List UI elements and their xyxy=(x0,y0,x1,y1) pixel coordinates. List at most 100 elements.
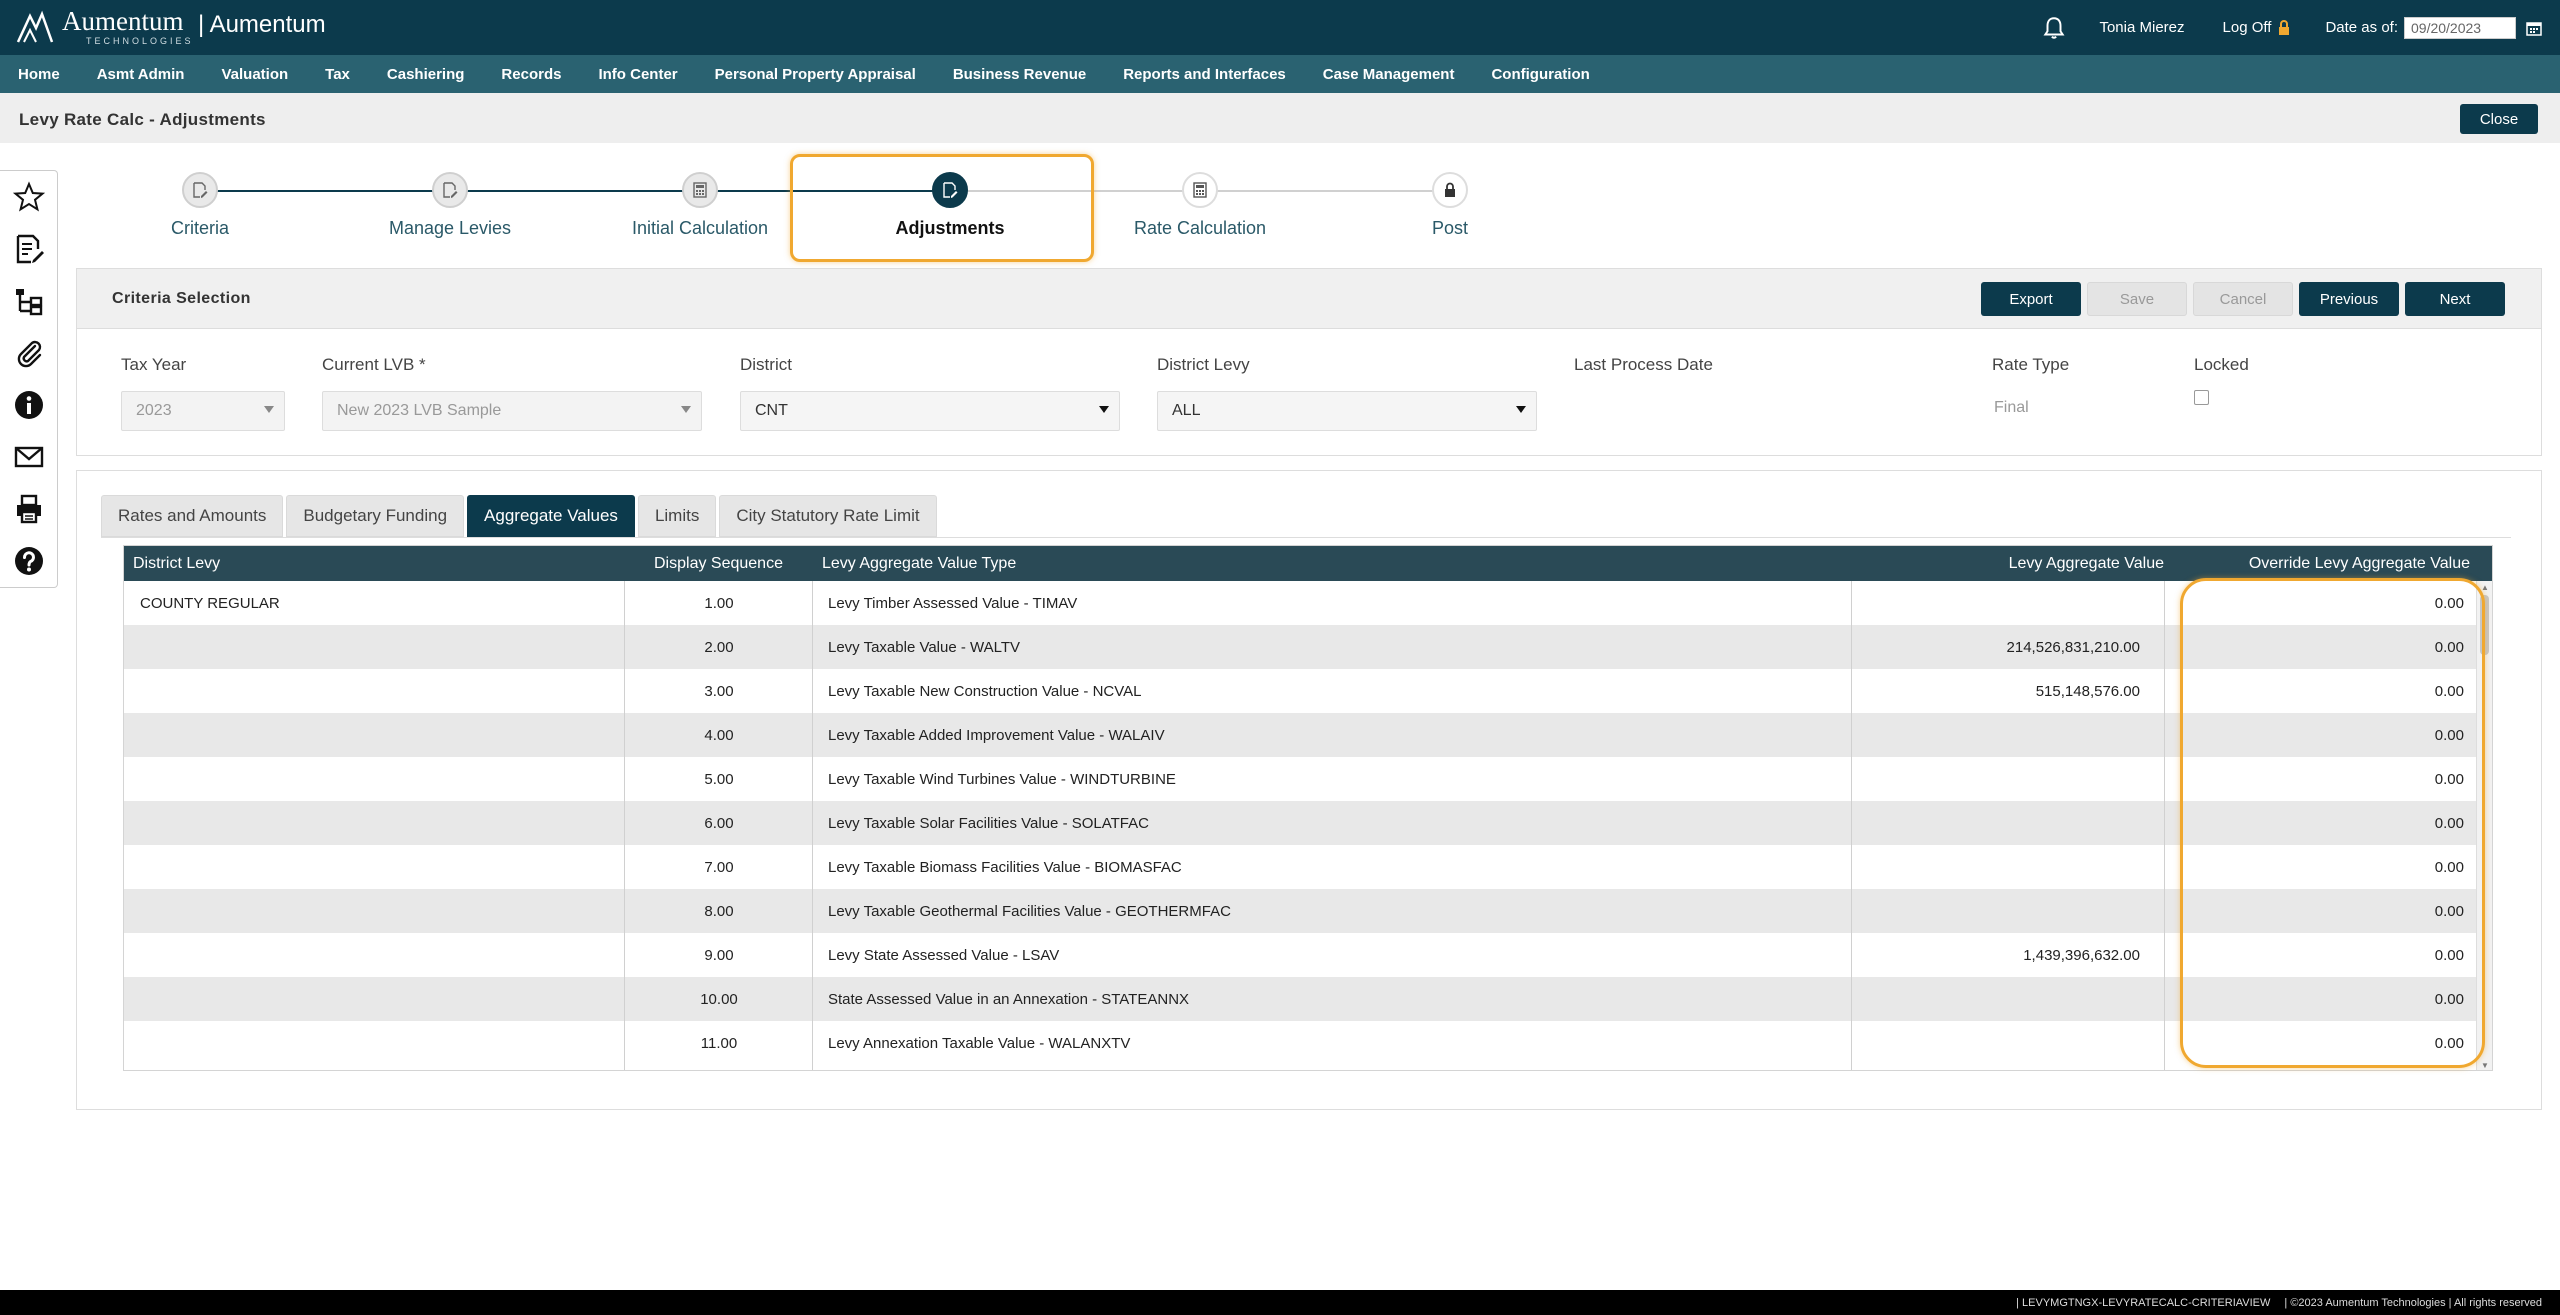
current-lvb-label: Current LVB * xyxy=(322,355,426,374)
cell-override-value[interactable]: 0.00 xyxy=(2435,801,2464,845)
tab-budgetary-funding[interactable]: Budgetary Funding xyxy=(286,495,465,537)
calculator-icon xyxy=(1193,182,1207,198)
step-adjustments[interactable]: Adjustments xyxy=(850,172,1050,239)
table-row[interactable]: 11.00 Levy Annexation Taxable Value - WA… xyxy=(124,1021,2478,1065)
edit-icon xyxy=(443,182,458,198)
cell-display-sequence: 11.00 xyxy=(700,1034,738,1052)
bell-icon[interactable] xyxy=(2041,15,2067,41)
cell-override-value[interactable]: 0.00 xyxy=(2435,625,2464,669)
tab-limits[interactable]: Limits xyxy=(637,495,717,537)
attachments-tool[interactable] xyxy=(0,327,58,379)
mail-tool[interactable] xyxy=(0,431,58,483)
column-divider xyxy=(624,581,625,1070)
info-tool[interactable] xyxy=(0,379,58,431)
step-label: Post xyxy=(1431,218,1469,238)
nav-business-revenue[interactable]: Business Revenue xyxy=(953,66,1086,83)
close-button[interactable]: Close xyxy=(2460,104,2538,134)
cell-override-value[interactable]: 0.00 xyxy=(2435,1021,2464,1065)
tax-year-value: 2023 xyxy=(136,402,172,419)
cell-override-value[interactable]: 0.00 xyxy=(2435,889,2464,933)
table-row[interactable]: 5.00 Levy Taxable Wind Turbines Value - … xyxy=(124,757,2478,801)
cell-display-sequence: 9.00 xyxy=(704,946,734,964)
table-row[interactable]: 6.00 Levy Taxable Solar Facilities Value… xyxy=(124,801,2478,845)
nav-case-management[interactable]: Case Management xyxy=(1323,66,1455,83)
main-nav: Home Asmt Admin Valuation Tax Cashiering… xyxy=(0,55,2560,93)
grid-header: District Levy Display Sequence Levy Aggr… xyxy=(124,546,2492,581)
nav-home[interactable]: Home xyxy=(18,66,60,83)
scroll-up-icon[interactable]: ▲ xyxy=(2481,583,2489,592)
locked-checkbox[interactable] xyxy=(2194,390,2209,405)
nav-reports-and-interfaces[interactable]: Reports and Interfaces xyxy=(1123,66,1286,83)
cell-override-value[interactable]: 0.00 xyxy=(2435,581,2464,625)
date-as-of-input[interactable] xyxy=(2404,16,2516,39)
table-row[interactable]: 8.00 Levy Taxable Geothermal Facilities … xyxy=(124,889,2478,933)
step-label: Criteria xyxy=(170,218,229,238)
cell-district-levy: COUNTY REGULAR xyxy=(140,594,280,612)
column-header-display-sequence[interactable]: Display Sequence xyxy=(654,555,783,573)
nav-tax[interactable]: Tax xyxy=(325,66,350,83)
favorites-tool[interactable] xyxy=(0,171,58,223)
logoff-link[interactable]: Log Off xyxy=(2223,19,2292,36)
table-row[interactable]: 2.00 Levy Taxable Value - WALTV 214,526,… xyxy=(124,625,2478,669)
cell-override-value[interactable]: 0.00 xyxy=(2435,845,2464,889)
nav-configuration[interactable]: Configuration xyxy=(1491,66,1589,83)
print-tool[interactable] xyxy=(0,483,58,535)
table-row[interactable]: 7.00 Levy Taxable Biomass Facilities Val… xyxy=(124,845,2478,889)
column-header-levy-aggregate-value-type[interactable]: Levy Aggregate Value Type xyxy=(822,555,1016,573)
nav-cashiering[interactable]: Cashiering xyxy=(387,66,465,83)
step-initial-calculation[interactable]: Initial Calculation xyxy=(600,172,800,239)
cell-display-sequence: 6.00 xyxy=(704,814,734,832)
table-row[interactable]: 4.00 Levy Taxable Added Improvement Valu… xyxy=(124,713,2478,757)
calendar-icon[interactable] xyxy=(2526,20,2542,36)
step-rate-calculation[interactable]: Rate Calculation xyxy=(1100,172,1300,239)
step-criteria[interactable]: Criteria xyxy=(100,172,300,239)
username[interactable]: Tonia Mierez xyxy=(2099,19,2184,36)
nav-asmt-admin[interactable]: Asmt Admin xyxy=(97,66,185,83)
scroll-down-icon[interactable]: ▼ xyxy=(2481,1061,2489,1070)
nav-valuation[interactable]: Valuation xyxy=(221,66,288,83)
tabs-underline xyxy=(101,537,2511,538)
next-button[interactable]: Next xyxy=(2405,282,2505,316)
tab-rates-and-amounts[interactable]: Rates and Amounts xyxy=(101,495,284,537)
table-row[interactable]: 9.00 Levy State Assessed Value - LSAV 1,… xyxy=(124,933,2478,977)
nav-info-center[interactable]: Info Center xyxy=(598,66,677,83)
tab-aggregate-values[interactable]: Aggregate Values xyxy=(467,495,635,537)
scroll-thumb[interactable] xyxy=(2480,595,2489,655)
cell-override-value[interactable]: 0.00 xyxy=(2435,933,2464,977)
help-tool[interactable] xyxy=(0,535,58,587)
current-lvb-select[interactable]: New 2023 LVB Sample xyxy=(322,391,702,431)
cell-override-value[interactable]: 0.00 xyxy=(2435,713,2464,757)
hierarchy-tool[interactable] xyxy=(0,275,58,327)
cell-override-value[interactable]: 0.00 xyxy=(2435,669,2464,713)
save-button[interactable]: Save xyxy=(2087,282,2187,316)
district-levy-value: ALL xyxy=(1172,402,1201,419)
cancel-button[interactable]: Cancel xyxy=(2193,282,2293,316)
nav-records[interactable]: Records xyxy=(501,66,561,83)
column-header-district-levy[interactable]: District Levy xyxy=(133,555,220,573)
aumentum-logo[interactable]: Aumentum TECHNOLOGIES xyxy=(16,6,194,48)
tab-city-statutory-rate-limit[interactable]: City Statutory Rate Limit xyxy=(719,495,937,537)
tab-bar: Rates and Amounts Budgetary Funding Aggr… xyxy=(101,495,937,537)
tax-year-select[interactable]: 2023 xyxy=(121,391,285,431)
table-row[interactable]: COUNTY REGULAR 1.00 Levy Timber Assessed… xyxy=(124,581,2478,625)
previous-button[interactable]: Previous xyxy=(2299,282,2399,316)
district-value: CNT xyxy=(755,402,788,419)
table-row[interactable]: 10.00 State Assessed Value in an Annexat… xyxy=(124,977,2478,1021)
cell-override-value[interactable]: 0.00 xyxy=(2435,977,2464,1021)
export-button[interactable]: Export xyxy=(1981,282,2081,316)
district-select[interactable]: CNT xyxy=(740,391,1120,431)
column-header-override-levy-aggregate-value[interactable]: Override Levy Aggregate Value xyxy=(2249,555,2470,573)
aggregate-values-grid: District Levy Display Sequence Levy Aggr… xyxy=(123,545,2493,1071)
nav-personal-property-appraisal[interactable]: Personal Property Appraisal xyxy=(715,66,916,83)
district-levy-select[interactable]: ALL xyxy=(1157,391,1537,431)
column-divider xyxy=(1851,581,1852,1070)
paperclip-icon xyxy=(17,340,42,368)
cell-override-value[interactable]: 0.00 xyxy=(2435,757,2464,801)
edit-document-tool[interactable] xyxy=(0,223,58,275)
cell-display-sequence: 2.00 xyxy=(704,638,734,656)
column-header-levy-aggregate-value[interactable]: Levy Aggregate Value xyxy=(2009,555,2164,573)
grid-scrollbar[interactable]: ▲ ▼ xyxy=(2476,581,2492,1070)
step-manage-levies[interactable]: Manage Levies xyxy=(350,172,550,239)
step-post[interactable]: Post xyxy=(1350,172,1550,239)
table-row[interactable]: 3.00 Levy Taxable New Construction Value… xyxy=(124,669,2478,713)
